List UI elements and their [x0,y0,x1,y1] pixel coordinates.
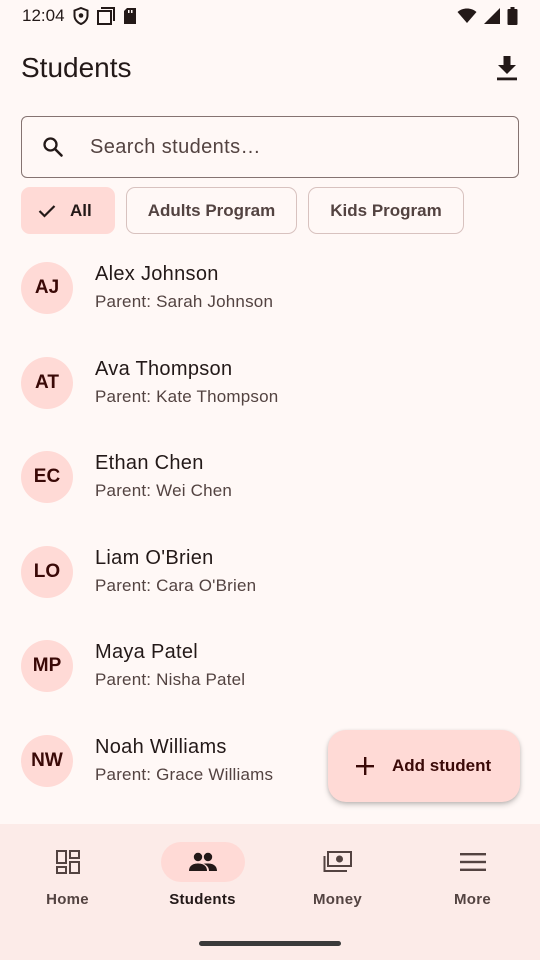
list-item[interactable]: AT Ava Thompson Parent: Kate Thompson [0,336,540,431]
search-input[interactable] [90,135,470,159]
chip-adults-program[interactable]: Adults Program [125,187,298,234]
student-name: Liam O'Brien [95,546,214,569]
dashboard-icon [55,850,80,874]
student-name: Noah Williams [95,735,227,758]
filter-chips: All Adults Program Kids Program [21,187,464,234]
battery-icon [507,7,518,25]
nav-item-home[interactable]: Home [0,824,135,960]
parent-name: Parent: Kate Thompson [95,386,279,406]
download-icon [497,56,517,81]
nav-item-students[interactable]: Students [135,824,270,960]
nav-label: Students [169,891,236,908]
student-name: Ethan Chen [95,452,204,475]
page-title: Students [21,52,132,83]
nav-label: More [453,891,492,908]
check-icon [38,204,56,218]
student-name: Ava Thompson [95,357,233,380]
gesture-handle[interactable] [199,941,341,946]
avatar: NW [21,734,73,787]
sd-card-icon [123,7,137,25]
add-student-label: Add student [392,756,492,775]
list-item[interactable]: MP Maya Patel Parent: Nisha Patel [0,619,540,714]
download-button[interactable] [487,48,527,88]
app-bar: Students [0,40,540,96]
menu-icon [459,853,486,871]
chip-label: All [70,200,92,220]
parent-name: Parent: Nisha Patel [95,670,246,690]
list-item[interactable]: LO Liam O'Brien Parent: Cara O'Brien [0,525,540,620]
chip-all[interactable]: All [21,187,115,234]
avatar: LO [21,545,73,598]
student-name: Maya Patel [95,641,199,664]
list-item[interactable]: EC Ethan Chen Parent: Wei Chen [0,430,540,525]
avatar: MP [21,640,73,693]
parent-name: Parent: Sarah Johnson [95,292,274,311]
status-bar: 12:04 [0,0,540,32]
nav-item-more[interactable]: More [405,824,540,960]
plus-icon [356,757,374,775]
screenshot-icon [96,7,115,25]
avatar: EC [21,451,73,504]
nav-item-money[interactable]: Money [270,824,405,960]
bottom-navigation: Home Students Money More [0,824,540,960]
add-student-button[interactable]: Add student [328,730,520,802]
wifi-icon [457,8,477,24]
avatar: AT [21,356,73,409]
parent-name: Parent: Grace Williams [95,764,274,784]
parent-name: Parent: Cara O'Brien [95,575,257,595]
cell-signal-icon [483,7,501,25]
people-icon [188,852,217,871]
status-time: 12:04 [22,6,65,25]
parent-name: Parent: Wei Chen [95,481,233,501]
payments-icon [323,851,352,872]
student-name: Alex Johnson [95,263,219,285]
chip-kids-program[interactable]: Kids Program [308,187,464,234]
chip-label: Adults Program [147,200,276,220]
shield-icon [73,7,89,25]
nav-label: Money [312,891,362,908]
nav-label: Home [46,891,89,908]
chip-label: Kids Program [330,200,442,220]
list-item[interactable]: AJ Alex Johnson Parent: Sarah Johnson [0,241,540,336]
avatar: AJ [21,262,73,314]
student-list: AJ Alex Johnson Parent: Sarah Johnson AT… [0,241,540,809]
search-field[interactable] [21,116,519,178]
search-icon [43,137,63,157]
